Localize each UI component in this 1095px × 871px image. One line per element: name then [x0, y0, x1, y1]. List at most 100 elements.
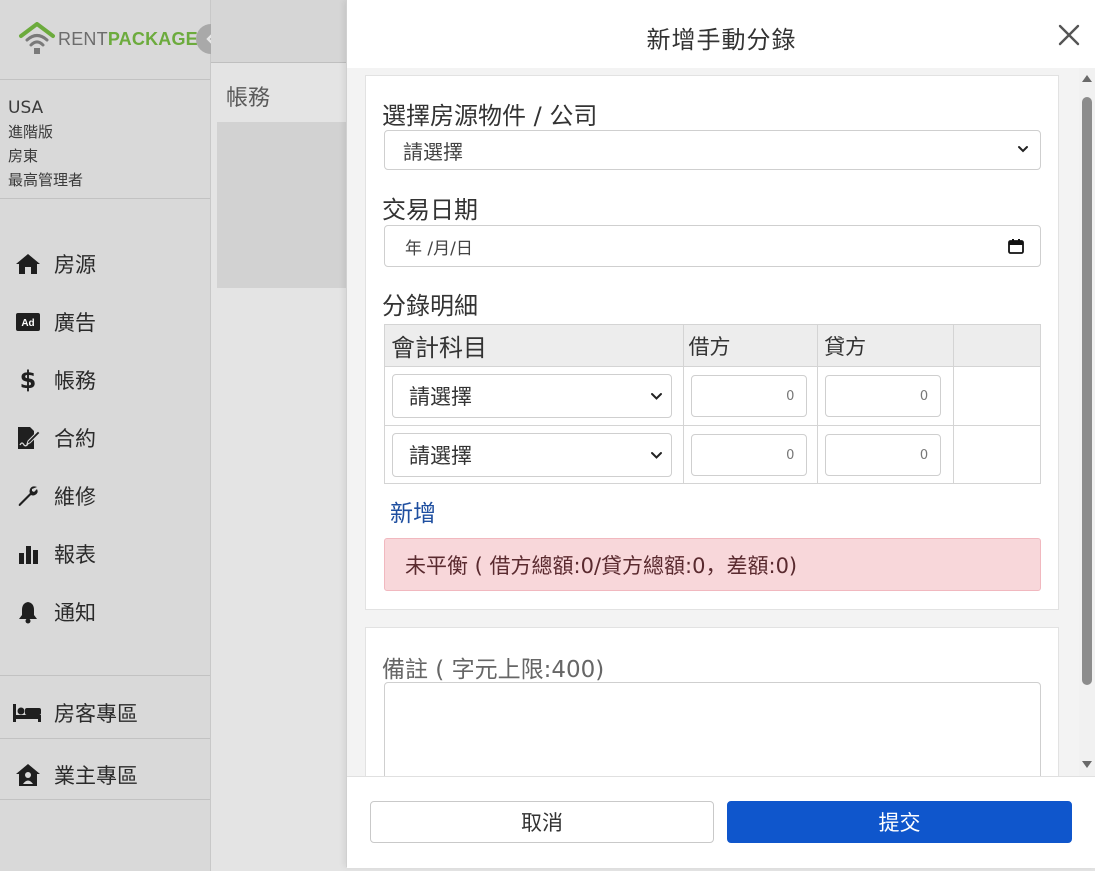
sidebar-item-properties[interactable]: 房源 [0, 235, 210, 293]
column-header-credit: 貸方 [817, 324, 954, 367]
remark-label: 備註 ( 字元上限:400) [382, 657, 605, 683]
modal-body: 選擇房源物件 / 公司 請選擇 交易日期 年 /月/日 分錄明細 會計科目 借方… [347, 68, 1095, 776]
column-header-actions [952, 324, 1042, 367]
sidebar-item-label: 廣告 [54, 311, 96, 335]
close-icon [1058, 24, 1080, 46]
bed-icon [12, 699, 42, 727]
entries-table: 會計科目 借方 貸方 請選擇 0 0 請選擇 0 0 [383, 324, 1042, 484]
logo-text-rent: RENT [58, 28, 108, 49]
transaction-date-input[interactable]: 年 /月/日 [384, 225, 1041, 267]
scroll-up-arrow-icon[interactable] [1081, 73, 1093, 83]
sidebar-item-label: 房客專區 [54, 702, 138, 726]
table-header-row: 會計科目 借方 貸方 [383, 324, 1042, 367]
credit-input[interactable]: 0 [825, 433, 942, 476]
user-permission: 最高管理者 [8, 171, 84, 189]
logo-text: RENTPACKAGE [58, 29, 198, 50]
credit-cell: 0 [817, 366, 954, 426]
sidebar-item-label: 報表 [54, 543, 96, 567]
account-select-value: 請選擇 [409, 443, 472, 468]
main-header [211, 0, 346, 62]
divider [0, 799, 210, 800]
dollar-icon: $ [19, 366, 37, 394]
unbalanced-alert: 未平衡 ( 借方總額:0/貸方總額:0，差額:0) [384, 538, 1041, 591]
close-button[interactable] [1056, 22, 1082, 48]
bell-icon [14, 598, 42, 626]
contract-icon [14, 424, 42, 452]
property-select[interactable]: 請選擇 [384, 130, 1041, 170]
entry-form-card: 選擇房源物件 / 公司 請選擇 交易日期 年 /月/日 分錄明細 會計科目 借方… [365, 75, 1059, 610]
sidebar-item-contracts[interactable]: 合約 [0, 409, 210, 467]
account-select[interactable]: 請選擇 [392, 432, 672, 477]
account-cell: 請選擇 [383, 366, 685, 426]
divider [0, 198, 210, 199]
wrench-icon [14, 482, 42, 510]
chevron-down-icon [1018, 146, 1028, 153]
sidebar-item-reports[interactable]: 報表 [0, 525, 210, 583]
page-title: 帳務 [226, 86, 271, 111]
remark-textarea[interactable] [384, 682, 1041, 776]
chevron-down-icon [651, 393, 662, 400]
chevron-down-icon [651, 451, 662, 459]
manual-entry-modal: 新增手動分錄 選擇房源物件 / 公司 請選擇 交易日期 年 /月/日 分錄明細 … [346, 0, 1095, 868]
property-label: 選擇房源物件 / 公司 [382, 102, 598, 130]
sidebar-nav: 房源 Ad 廣告 $ 帳務 合約 維修 報表 通知 [0, 235, 210, 641]
divider [0, 738, 210, 739]
sidebar-item-accounting[interactable]: $ 帳務 [0, 351, 210, 409]
sidebar-item-label: 通知 [54, 601, 96, 625]
debit-input[interactable]: 0 [691, 433, 808, 476]
ad-icon: Ad [14, 308, 42, 336]
debit-cell: 0 [683, 425, 819, 484]
logo-wifi-house-icon [18, 22, 56, 56]
column-header-account: 會計科目 [383, 324, 685, 367]
add-entry-link[interactable]: 新增 [390, 494, 436, 528]
calendar-icon[interactable] [1008, 238, 1024, 254]
sidebar-item-notifications[interactable]: 通知 [0, 583, 210, 641]
svg-text:Ad: Ad [21, 318, 34, 329]
property-select-value: 請選擇 [403, 139, 463, 164]
scroll-down-arrow-icon[interactable] [1081, 760, 1093, 770]
sidebar-item-ads[interactable]: Ad 廣告 [0, 293, 210, 351]
account-select[interactable]: 請選擇 [392, 374, 672, 418]
modal-header: 新增手動分錄 [347, 0, 1095, 68]
sidebar-item-label: 房源 [54, 253, 96, 277]
house-user-icon [14, 761, 42, 789]
column-header-debit: 借方 [683, 324, 819, 367]
bar-chart-icon [14, 540, 42, 568]
user-plan: 進階版 [8, 123, 54, 141]
account-select-value: 請選擇 [409, 385, 472, 409]
credit-input[interactable]: 0 [825, 375, 942, 417]
remark-card: 備註 ( 字元上限:400) [365, 627, 1059, 776]
sidebar: RENTPACKAGE USA 進階版 房東 最高管理者 房源 Ad 廣告 $ … [0, 0, 226, 871]
logo-text-package: PACKAGE [107, 28, 198, 49]
sidebar-item-label: 維修 [54, 485, 96, 509]
scrollbar-thumb[interactable] [1082, 97, 1092, 685]
modal-title: 新增手動分錄 [646, 26, 797, 54]
divider [0, 79, 210, 80]
actions-cell [952, 425, 1042, 484]
sidebar-item-label: 合約 [54, 427, 96, 451]
divider [211, 62, 347, 63]
date-placeholder: 年 /月/日 [405, 238, 473, 259]
sidebar-item-label: 業主專區 [54, 764, 138, 788]
user-role: 房東 [8, 147, 39, 165]
sidebar-item-label: 帳務 [54, 369, 96, 393]
sidebar-item-owner-zone[interactable]: 業主專區 [0, 746, 210, 804]
sidebar-item-tenant-zone[interactable]: 房客專區 [0, 684, 210, 742]
actions-cell [952, 366, 1042, 426]
submit-button[interactable]: 提交 [727, 801, 1072, 843]
divider [0, 675, 210, 676]
cancel-button[interactable]: 取消 [370, 801, 714, 843]
home-icon [14, 250, 42, 278]
user-country: USA [8, 98, 44, 118]
debit-cell: 0 [683, 366, 819, 426]
user-info: USA 進階版 房東 最高管理者 [8, 96, 83, 192]
sidebar-item-maintenance[interactable]: 維修 [0, 467, 210, 525]
debit-input[interactable]: 0 [691, 375, 808, 417]
credit-cell: 0 [817, 425, 954, 484]
entries-label: 分錄明細 [382, 292, 478, 320]
logo[interactable]: RENTPACKAGE [18, 22, 198, 56]
modal-footer: 取消 提交 [347, 776, 1095, 868]
table-row: 請選擇 0 0 [383, 425, 1042, 484]
account-cell: 請選擇 [383, 425, 685, 484]
scrollbar[interactable] [1079, 68, 1095, 776]
